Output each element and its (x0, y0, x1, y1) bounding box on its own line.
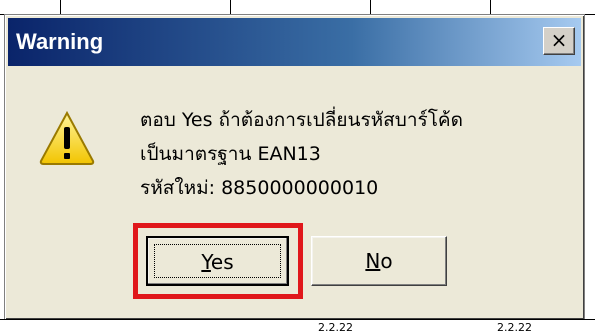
no-button[interactable]: No (311, 236, 447, 286)
sheet-cell (60, 0, 231, 14)
message-line-1: ตอบ Yes ถ้าต้องการเปลี่ยนรหัสบาร์โค้ด (140, 109, 463, 131)
message-line-2: เป็นมาตรฐาน EAN13 (140, 143, 321, 165)
yes-button[interactable]: Yes (146, 236, 289, 286)
sheet-cell (230, 0, 371, 14)
no-mnemonic: N (365, 249, 381, 273)
background-sheet-top-row (0, 0, 595, 15)
sheet-cell (0, 0, 61, 14)
sheet-cell (370, 0, 491, 14)
message-line-3: รหัสใหม่: 8850000000010 (140, 177, 379, 199)
focus-rectangle (154, 244, 281, 278)
background-sheet-bottom-row: 2.2.22 2.2.22 (0, 319, 595, 334)
warning-dialog: Warning × ตอบ Yes ถ้าต้องการเปลี่ยนรหัสบ… (4, 14, 585, 320)
no-label: o (380, 249, 393, 273)
close-button[interactable]: × (543, 27, 575, 55)
sheet-cell-value: 2.2.22 (318, 321, 353, 334)
dialog-title: Warning (16, 29, 104, 54)
warning-triangle-icon (39, 110, 95, 165)
sheet-cell-value: 2.2.22 (497, 321, 532, 334)
close-icon: × (550, 28, 568, 52)
dialog-message: ตอบ Yes ถ้าต้องการเปลี่ยนรหัสบาร์โค้ด เป… (140, 103, 463, 205)
dialog-titlebar[interactable]: Warning × (8, 18, 581, 66)
